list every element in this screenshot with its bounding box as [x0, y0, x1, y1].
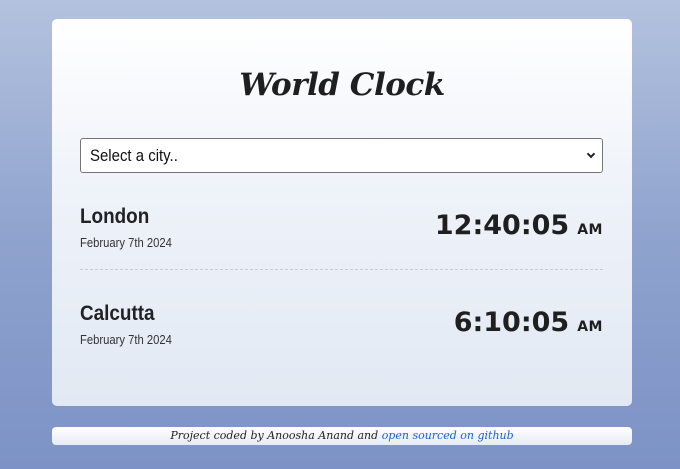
page-title: World Clock — [239, 67, 445, 103]
footer-text: Project coded by Anoosha Anand and — [170, 429, 379, 442]
world-clock-card: World Clock Select a city.. London Febru… — [52, 19, 632, 406]
footer: Project coded by Anoosha Anand and open … — [52, 427, 632, 445]
city-name: Calcutta — [80, 302, 155, 325]
city-date: February 7th 2024 — [80, 333, 172, 347]
time-value: 6:10:05 — [453, 307, 570, 338]
city-time: 6:10:05 AM — [454, 307, 603, 338]
city-select[interactable]: Select a city.. — [80, 138, 603, 173]
chevron-down-icon — [586, 149, 596, 159]
github-link[interactable]: open sourced on github — [382, 429, 514, 442]
city-divider — [80, 269, 603, 270]
time-value: 12:40:05 — [434, 210, 570, 241]
city-name: London — [80, 205, 150, 228]
city-select-value: Select a city.. — [90, 146, 178, 165]
time-ampm: AM — [577, 222, 603, 238]
city-date: February 7th 2024 — [80, 236, 172, 250]
time-ampm: AM — [577, 319, 603, 335]
city-time: 12:40:05 AM — [435, 210, 603, 241]
